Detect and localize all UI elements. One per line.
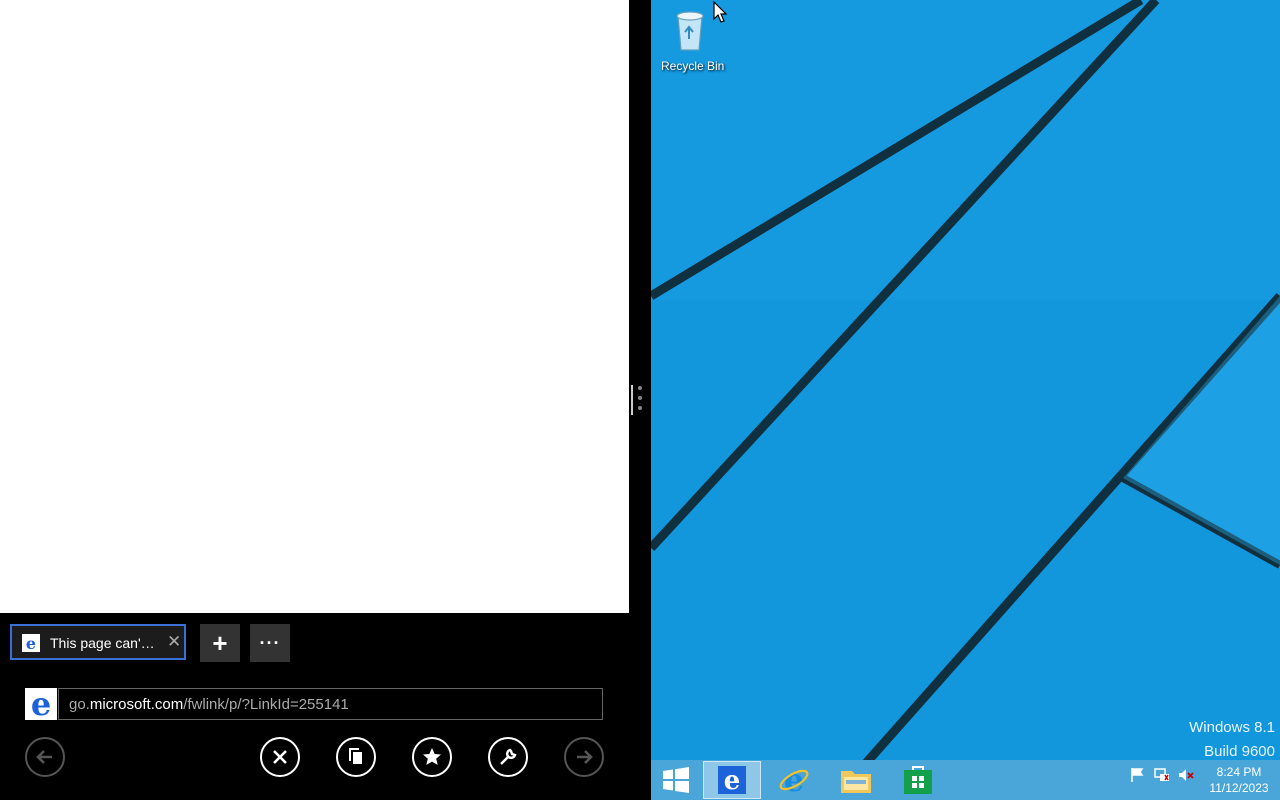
page-tools-button[interactable] [488, 737, 528, 777]
ie-app-bar: e This page can'… ✕ + ··· e go.microsoft… [0, 613, 629, 800]
forward-button[interactable] [564, 737, 604, 777]
favorites-button[interactable] [412, 737, 452, 777]
tab-close-icon[interactable]: ✕ [167, 632, 181, 652]
watermark-os: Windows 8.1 [1189, 719, 1275, 736]
recycle-bin-icon [676, 11, 704, 51]
action-center-flag-icon[interactable] [1129, 767, 1145, 783]
ie-favicon-icon: e [22, 634, 40, 652]
recycle-bin-label: Recycle Bin [661, 59, 725, 73]
tabs-button[interactable] [336, 737, 376, 777]
tab-thumbnail[interactable]: e This page can'… ✕ [10, 624, 186, 660]
ie-logo-icon: e [25, 688, 57, 720]
address-prefix: go. [69, 696, 90, 713]
address-bar[interactable]: go.microsoft.com/fwlink/p/?LinkId=255141 [58, 688, 603, 720]
network-icon[interactable] [1154, 767, 1170, 783]
snap-splitter[interactable] [629, 0, 651, 800]
back-icon [36, 750, 52, 764]
tabs-icon [349, 748, 362, 764]
store-icon [904, 766, 932, 794]
volume-muted-icon[interactable] [1178, 767, 1194, 783]
address-path: /fwlink/p/?LinkId=255141 [183, 696, 349, 713]
ie-snapped-app: e This page can'… ✕ + ··· e go.microsoft… [0, 0, 629, 800]
clock-time: 8:24 PM [1216, 765, 1262, 779]
taskbar-store[interactable] [889, 761, 947, 799]
file-explorer-icon [841, 771, 871, 793]
svg-text:e: e [31, 688, 51, 720]
taskbar-ie-modern[interactable]: e [703, 761, 761, 799]
desktop[interactable]: Recycle Bin Windows 8.1 Build 9600 e e 8… [651, 0, 1280, 800]
svg-text:e: e [784, 764, 804, 796]
internet-explorer-icon: e [779, 764, 809, 796]
recycle-bin-shortcut[interactable]: Recycle Bin [661, 6, 725, 73]
svg-text:e: e [724, 766, 741, 794]
forward-icon [577, 750, 593, 764]
web-page-content[interactable] [0, 0, 629, 613]
windows-logo-icon [663, 767, 689, 793]
splitter-grip-icon[interactable] [638, 386, 643, 416]
ie-modern-icon: e [718, 766, 746, 794]
clock-date: 11/12/2023 [1209, 781, 1269, 795]
favorites-icon [423, 748, 441, 765]
page-tools-icon [500, 748, 517, 765]
start-button[interactable] [653, 761, 699, 799]
stop-button[interactable] [260, 737, 300, 777]
taskbar-clock[interactable]: 8:24 PM 11/12/2023 [1201, 764, 1277, 796]
taskbar: e e 8:24 PM 11/12/2023 [651, 760, 1280, 800]
tab-tools-button[interactable]: ··· [250, 624, 290, 662]
mouse-cursor-icon [713, 1, 727, 23]
back-button[interactable] [25, 737, 65, 777]
svg-text:e: e [26, 634, 36, 652]
taskbar-ie-desktop[interactable]: e [765, 761, 823, 799]
splitter-line [631, 385, 633, 415]
os-build-watermark: Windows 8.1 Build 9600 [1189, 716, 1275, 764]
address-host: microsoft.com [89, 696, 184, 713]
stop-icon [273, 750, 287, 764]
wallpaper [651, 0, 1280, 800]
tab-title: This page can'… [50, 635, 155, 651]
taskbar-file-explorer[interactable] [827, 761, 885, 799]
new-tab-button[interactable]: + [200, 624, 240, 662]
